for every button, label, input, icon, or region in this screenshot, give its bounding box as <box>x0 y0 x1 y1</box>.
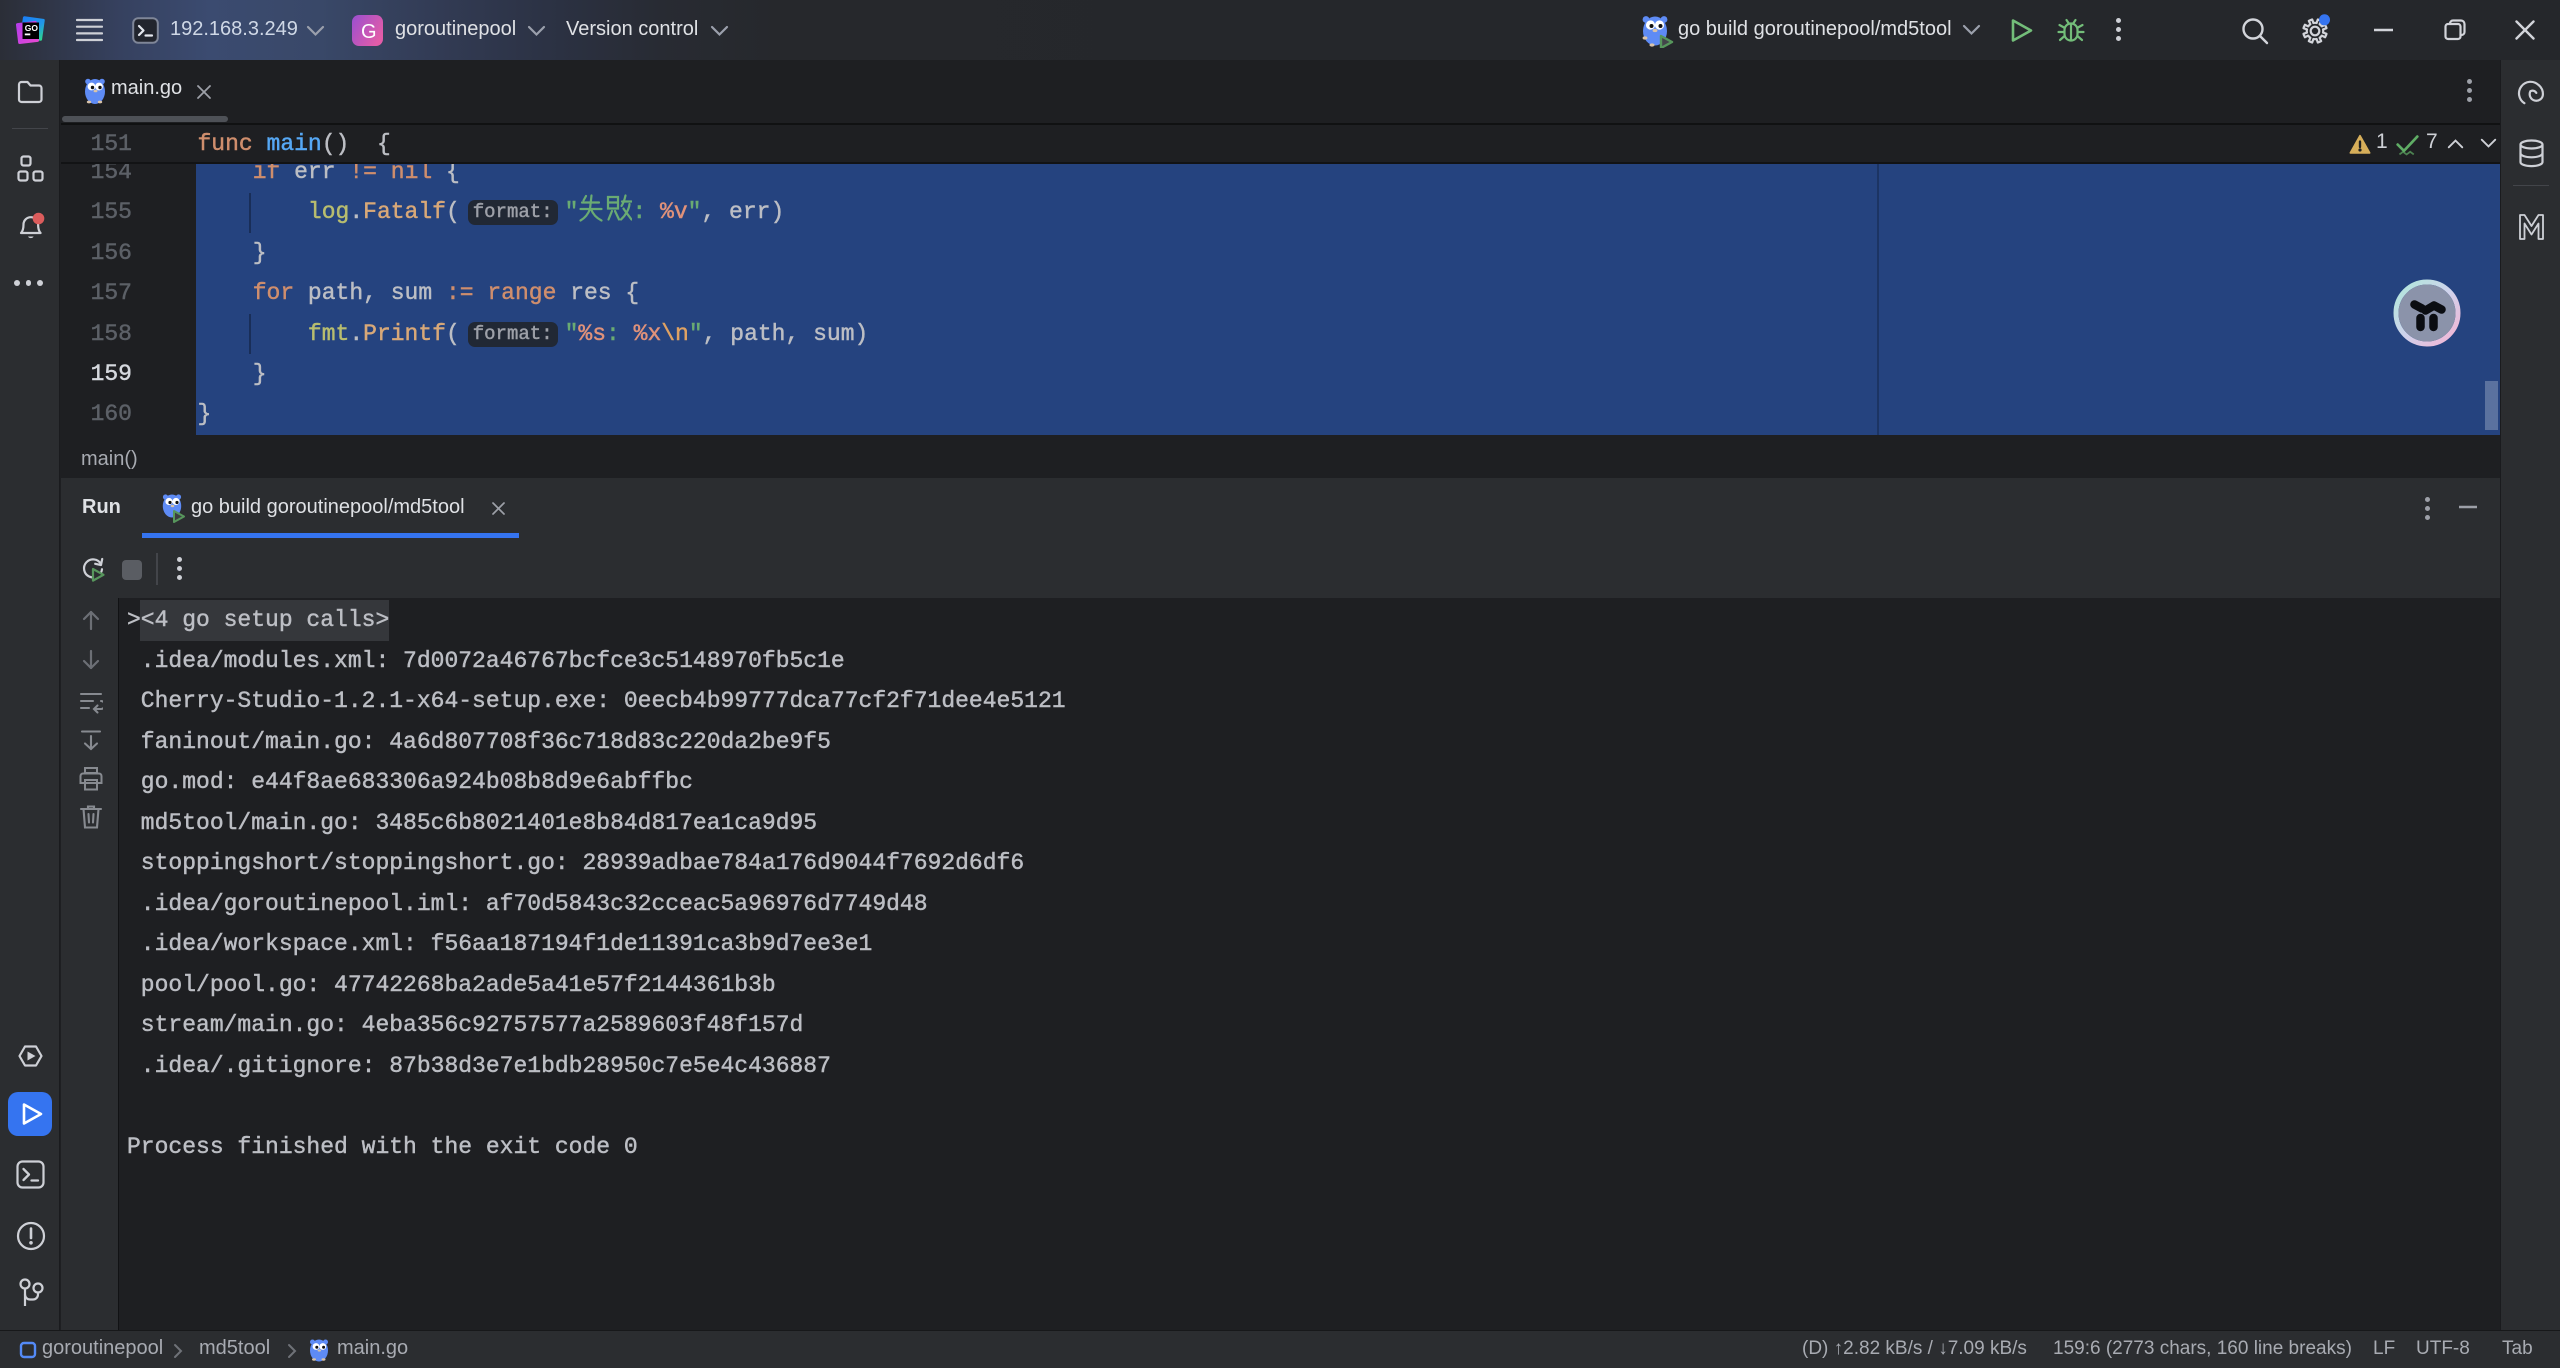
svg-text:GO: GO <box>25 23 39 33</box>
svg-text:G: G <box>361 21 377 43</box>
